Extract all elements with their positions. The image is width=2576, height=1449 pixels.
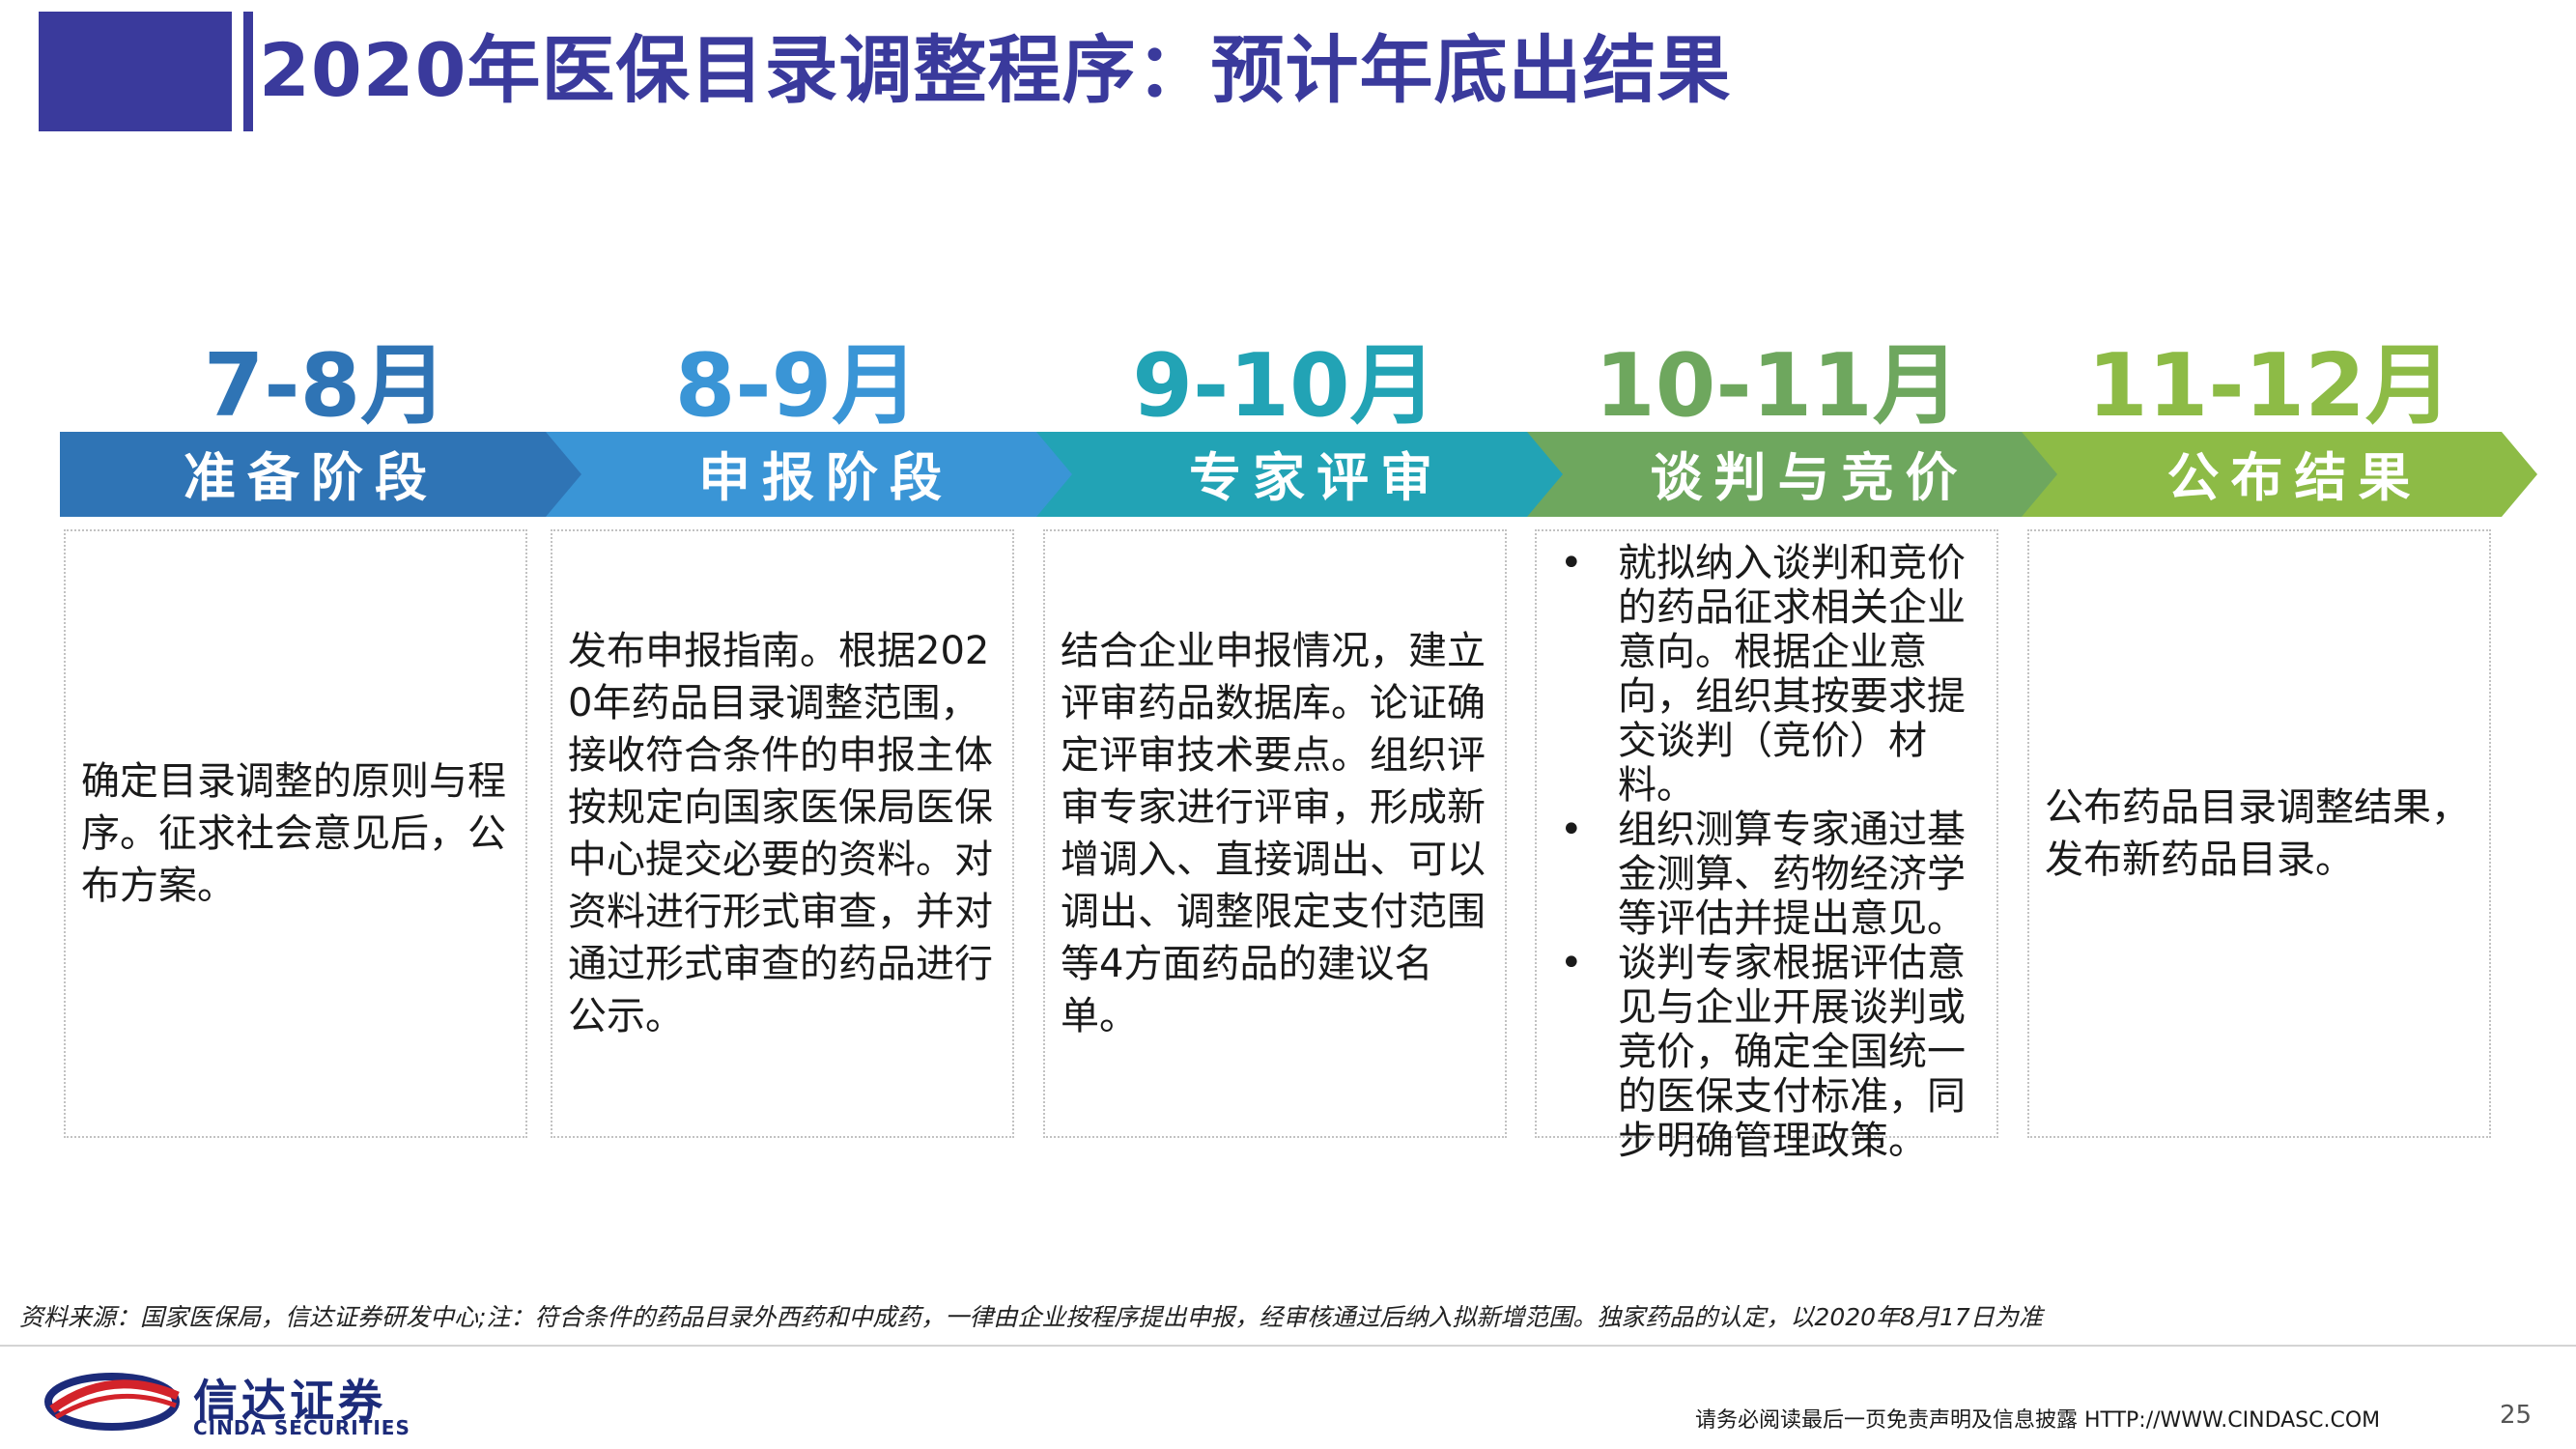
stage-1-description: 确定目录调整的原则与程序。征求社会意见后，公布方案。 (81, 759, 506, 908)
stage-3-description: 结合企业申报情况，建立评审药品数据库。论证确定评审技术要点。组织评审专家进行评审… (1061, 629, 1486, 1038)
stage-1-name: 准备阶段 (184, 447, 439, 508)
stage-5-description: 公布药品目录调整结果，发布新药品目录。 (2045, 785, 2470, 882)
bullet-icon: • (1560, 541, 1583, 585)
stage-1-description-box: 确定目录调整的原则与程序。征求社会意见后，公布方案。 (64, 529, 527, 1138)
cinda-logo-icon (44, 1373, 180, 1431)
stage-3-name: 专家评审 (1189, 447, 1444, 508)
logo-english-name: CINDA SECURITIES (193, 1416, 410, 1439)
stage-5-description-box: 公布药品目录调整结果，发布新药品目录。 (2027, 529, 2491, 1138)
footer-divider (0, 1345, 2576, 1347)
list-item: • 就拟纳入谈判和竞价的药品征求相关企业意向。根据企业意向，组织其按要求提交谈判… (1550, 541, 1983, 808)
stage-4-description-box: • 就拟纳入谈判和竞价的药品征求相关企业意向。根据企业意向，组织其按要求提交谈判… (1535, 529, 1998, 1163)
stage-5-name: 公布结果 (2166, 447, 2422, 508)
stage-2-name: 申报阶段 (698, 447, 953, 508)
list-item: • 组织测算专家通过基金测算、药物经济学等评估并提出意见。 (1550, 808, 1983, 941)
stage-2-description: 发布申报指南。根据2020年药品目录调整范围，接收符合条件的申报主体按规定向国家… (568, 629, 993, 1038)
stage-4-name: 谈判与竞价 (1650, 447, 1969, 508)
bullet-icon: • (1560, 941, 1583, 985)
source-note: 资料来源：国家医保局，信达证券研发中心;注：符合条件的药品目录外西药和中成药，一… (19, 1303, 2043, 1331)
bullet-icon: • (1560, 808, 1583, 852)
footer-disclaimer: 请务必阅读最后一页免责声明及信息披露 HTTP://WWW.CINDASC.CO… (1695, 1408, 2381, 1433)
stage-4-bullet-list: • 就拟纳入谈判和竞价的药品征求相关企业意向。根据企业意向，组织其按要求提交谈判… (1550, 541, 1983, 1163)
stage-4-bullet-1: 就拟纳入谈判和竞价的药品征求相关企业意向。根据企业意向，组织其按要求提交谈判（竞… (1618, 541, 1966, 808)
stage-4-bullet-3: 谈判专家根据评估意见与企业开展谈判或竞价，确定全国统一的医保支付标准，同步明确管… (1618, 941, 1966, 1163)
page-number: 25 (2500, 1401, 2533, 1430)
list-item: • 谈判专家根据评估意见与企业开展谈判或竞价，确定全国统一的医保支付标准，同步明… (1550, 941, 1983, 1163)
stage-3-description-box: 结合企业申报情况，建立评审药品数据库。论证确定评审技术要点。组织评审专家进行评审… (1043, 529, 1507, 1138)
stage-2-description-box: 发布申报指南。根据2020年药品目录调整范围，接收符合条件的申报主体按规定向国家… (551, 529, 1014, 1138)
stage-4-bullet-2: 组织测算专家通过基金测算、药物经济学等评估并提出意见。 (1618, 808, 1966, 941)
